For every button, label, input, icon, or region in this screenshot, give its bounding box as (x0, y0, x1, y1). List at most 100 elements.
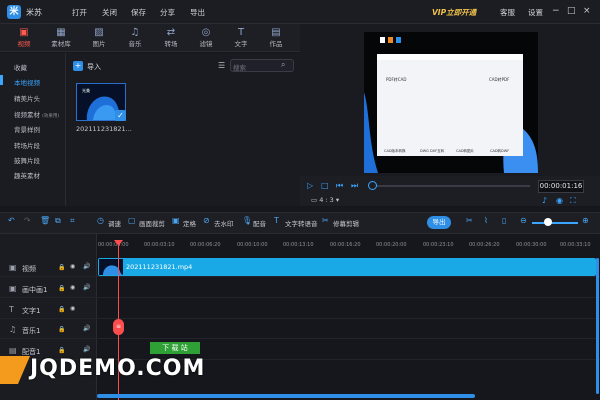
category-transition-clips[interactable]: 转场片段 (14, 140, 40, 150)
stop-icon[interactable]: □ (321, 181, 329, 190)
search-icon[interactable]: ⌕ (281, 60, 285, 70)
fullscreen-icon[interactable]: ⛶ (570, 196, 576, 206)
settings-button[interactable]: 设置 (528, 7, 543, 18)
preview-card-4: DWG DXF互转 (420, 149, 445, 153)
freeze-icon[interactable]: ▣ (172, 216, 180, 225)
lock-icon[interactable]: 🔒 (58, 306, 65, 313)
copy-icon[interactable]: ⧉ (55, 216, 61, 226)
export-button[interactable]: 导出 (427, 216, 451, 229)
category-intro[interactable]: 精美片头 (14, 93, 40, 103)
zoom-handle[interactable] (544, 218, 552, 226)
category-tag: (效果用) (42, 114, 60, 119)
tab-video-label: 视频 (17, 40, 31, 48)
progress-track[interactable] (372, 185, 530, 187)
aspect-ratio-select[interactable]: ▭ 4 : 3 ▾ (311, 196, 339, 204)
lock-icon[interactable]: 🔒 (58, 326, 65, 333)
speed-icon[interactable]: ◷ (97, 216, 104, 225)
tab-music[interactable]: ♫ 音乐 (118, 27, 152, 51)
play-icon[interactable]: ▷ (307, 181, 313, 190)
dubbing-icon[interactable]: 🎙 (242, 216, 252, 225)
vip-button[interactable]: VIP立即开通 (432, 7, 476, 18)
lock-icon[interactable]: 🔒 (58, 285, 65, 292)
category-background[interactable]: 背景样例 (14, 124, 40, 134)
support-button[interactable]: 客服 (500, 7, 515, 18)
tts-icon[interactable]: T (274, 216, 279, 225)
category-fun-material[interactable]: 趣英素材 (14, 170, 40, 180)
category-video-material[interactable]: 视频素材 (效果用) (14, 109, 59, 119)
lock-icon[interactable]: 🔒 (58, 347, 65, 354)
close-icon[interactable]: × (583, 6, 591, 16)
tab-image[interactable]: ▨ 图片 (82, 27, 116, 51)
tab-text[interactable]: T 文字 (224, 27, 258, 51)
subtitle-cut-icon[interactable]: ✂ (322, 216, 329, 225)
tab-works-label: 作品 (269, 40, 283, 48)
lock-icon[interactable]: 🔒 (58, 264, 65, 271)
split-audio-icon[interactable]: ⌇ (484, 216, 488, 225)
remove-watermark-button[interactable]: 去水印 (214, 218, 234, 228)
track-name-text: 文字1 (22, 307, 41, 315)
undo-icon[interactable]: ↶ (8, 216, 15, 225)
ruler-tick-label: 00:00:20:00 (376, 242, 407, 248)
menu-share[interactable]: 分享 (160, 7, 175, 18)
speed-button[interactable]: 调速 (108, 218, 121, 228)
search-placeholder: 搜索 (233, 64, 246, 72)
freeze-button[interactable]: 定格 (183, 218, 196, 228)
redo-icon[interactable]: ↷ (24, 216, 31, 225)
clip-thumbnail (99, 259, 123, 275)
category-local-video[interactable]: 本地视频 (14, 77, 40, 87)
selected-check-icon[interactable]: ✓ (115, 110, 126, 121)
dubbing-button[interactable]: 配音 (253, 218, 266, 228)
menu-open[interactable]: 打开 (72, 7, 87, 18)
vertical-scrollbar[interactable] (596, 258, 599, 394)
mute-icon[interactable]: 🔊 (83, 346, 90, 353)
tab-material-label: 素材库 (51, 40, 71, 48)
tab-filter[interactable]: ◎ 滤镜 (189, 27, 223, 51)
volume-icon[interactable]: ♪ (542, 196, 547, 205)
mute-icon[interactable]: 🔊 (83, 284, 90, 291)
import-button[interactable]: 导入 (87, 62, 101, 72)
snapshot-icon[interactable]: ◉ (556, 196, 563, 205)
menu-save[interactable]: 保存 (131, 7, 146, 18)
playhead-handle[interactable]: ≡ (113, 319, 124, 335)
tab-video[interactable]: ▣ 视频 (7, 27, 41, 51)
import-icon[interactable]: + (73, 61, 83, 71)
tab-transition-label: 转场 (164, 40, 178, 48)
horizontal-scrollbar[interactable] (97, 394, 475, 398)
menu-close[interactable]: 关闭 (102, 7, 117, 18)
maximize-icon[interactable]: □ (567, 6, 576, 16)
picture-crop-button[interactable]: 画面裁剪 (139, 218, 165, 228)
category-favorites[interactable]: 收藏 (14, 62, 27, 72)
sort-list-icon[interactable]: ☰ (218, 61, 225, 70)
zoom-in-icon[interactable]: ⊕ (582, 216, 589, 225)
app-name: 米苏 (26, 8, 42, 17)
subtitle-cut-button[interactable]: 修幕剪辑 (333, 218, 359, 228)
preview-card-2: CAD转PDF (489, 77, 510, 82)
zoom-slider[interactable] (532, 222, 578, 224)
tab-material[interactable]: ▦ 素材库 (44, 27, 78, 51)
next-frame-icon[interactable]: ⏭ (351, 181, 358, 191)
tab-transition[interactable]: ⇄ 转场 (154, 27, 188, 51)
zoom-out-icon[interactable]: ⊖ (520, 216, 527, 225)
visibility-icon[interactable]: ◉ (70, 284, 75, 291)
marker-icon[interactable]: ▯ (502, 216, 506, 225)
split-icon[interactable]: ✂ (466, 216, 473, 225)
menu-export[interactable]: 导出 (190, 7, 205, 18)
mute-icon[interactable]: 🔊 (83, 263, 90, 270)
thumbnail-caption: 光美 (82, 88, 90, 93)
mute-icon[interactable]: 🔊 (83, 325, 90, 332)
tab-works[interactable]: ▤ 作品 (259, 27, 293, 51)
remove-watermark-icon[interactable]: ⊘ (203, 216, 210, 225)
category-cheer-clips[interactable]: 鼓舞片段 (14, 155, 40, 165)
delete-icon[interactable]: 🗑 (40, 216, 50, 225)
prev-frame-icon[interactable]: ⏮ (336, 181, 343, 191)
image-icon: ▨ (94, 27, 104, 38)
crop-icon[interactable]: ⌗ (70, 216, 75, 226)
progress-handle[interactable] (368, 181, 377, 190)
tts-button[interactable]: 文字转语音 (285, 218, 318, 228)
preview-screen: PDF转CAD CAD转PDF CAD版本转换 DWG DXF互转 CAD转图片… (364, 32, 538, 173)
ruler-tick-label: 00:00:30:00 (516, 242, 547, 248)
picture-crop-icon[interactable]: ▢ (128, 216, 136, 225)
visibility-icon[interactable]: ◉ (70, 263, 75, 270)
minimize-icon[interactable]: − (552, 6, 560, 16)
visibility-icon[interactable]: ◉ (70, 305, 75, 312)
